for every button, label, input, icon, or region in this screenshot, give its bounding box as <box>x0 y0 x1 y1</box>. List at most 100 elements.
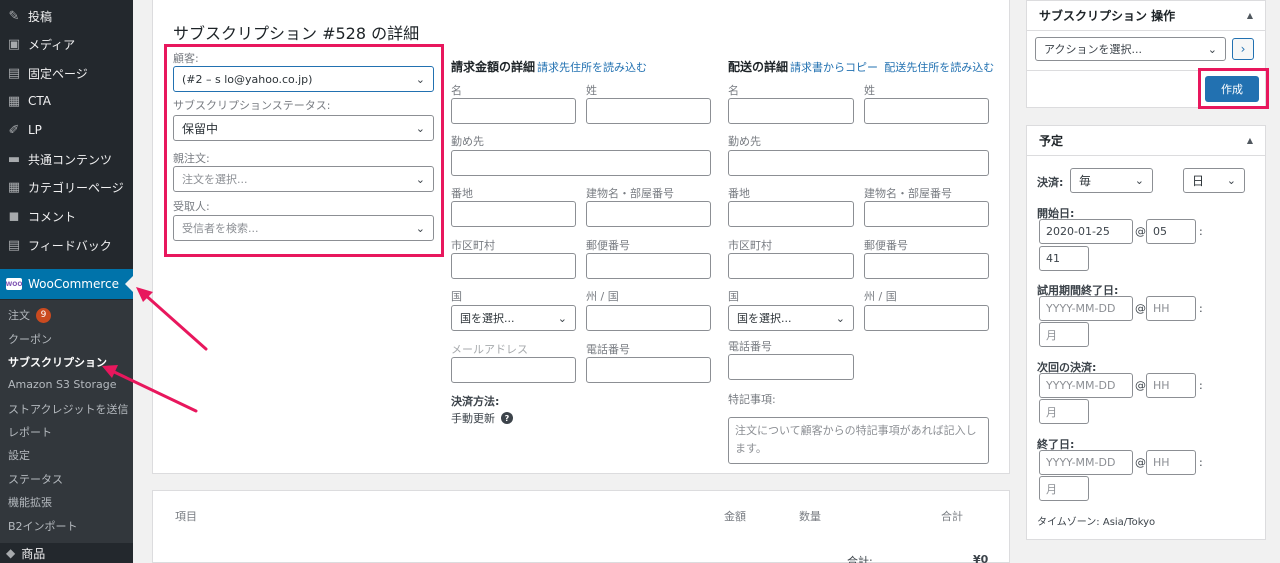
current-menu-arrow <box>125 276 133 292</box>
billing-state-input[interactable] <box>586 305 711 331</box>
next-payment-date-input[interactable]: YYYY-MM-DD <box>1039 373 1133 398</box>
submenu-label: 注文 <box>8 309 30 322</box>
colon: : <box>1199 225 1203 238</box>
billing-phone-input[interactable] <box>586 357 711 383</box>
menu-item-comments[interactable]: ◼ コメント <box>0 202 133 230</box>
col-item-header: 項目 <box>175 510 197 523</box>
billing-company-label: 勤め先 <box>451 135 484 148</box>
menu-item-woocommerce[interactable]: WOO WooCommerce <box>0 269 133 299</box>
shipping-first-name-input[interactable] <box>728 98 854 124</box>
shipping-city-input[interactable] <box>728 253 854 279</box>
menu-label: フィードバック <box>28 238 112 253</box>
trial-end-hour-input[interactable]: HH <box>1146 296 1196 321</box>
subtotal-value: ¥0 <box>973 553 989 563</box>
billing-interval-select[interactable]: 毎 ⌄ <box>1070 168 1153 193</box>
next-payment-minute-input[interactable]: 月 <box>1039 399 1089 424</box>
shipping-address2-label: 建物名・部屋番号 <box>864 187 952 200</box>
end-hour-input[interactable]: HH <box>1146 450 1196 475</box>
menu-item-cta[interactable]: ▦ CTA <box>0 87 133 115</box>
menu-item-common-content[interactable]: ▬ 共通コンテンツ <box>0 145 133 173</box>
shipping-company-input[interactable] <box>728 150 989 176</box>
submenu-item-subscriptions[interactable]: サブスクリプション <box>8 354 107 370</box>
shipping-last-name-input[interactable] <box>864 98 989 124</box>
submenu-item-status[interactable]: ステータス <box>8 471 63 487</box>
billing-city-input[interactable] <box>451 253 576 279</box>
chevron-down-icon: ⌄ <box>1226 174 1236 187</box>
billing-postcode-label: 郵便番号 <box>586 239 630 252</box>
submenu-item-extensions[interactable]: 機能拡張 <box>8 494 52 510</box>
shipping-company-label: 勤め先 <box>728 135 761 148</box>
end-date-input[interactable]: YYYY-MM-DD <box>1039 450 1133 475</box>
menu-label: カテゴリーページ <box>28 180 124 195</box>
menu-item-pages[interactable]: ▤ 固定ページ <box>0 59 133 87</box>
help-icon[interactable]: ? <box>501 412 513 424</box>
shipping-state-input[interactable] <box>864 305 989 331</box>
start-date-input[interactable]: 2020-01-25 <box>1039 219 1133 244</box>
cta-icon: ▦ <box>7 93 21 109</box>
submenu-item-store-credit[interactable]: ストアクレジットを送信 <box>8 401 128 417</box>
submenu-item-b2-import[interactable]: B2インポート <box>8 518 78 534</box>
menu-item-products[interactable]: ◆ 商品 <box>0 543 133 563</box>
menu-label: LP <box>28 123 42 137</box>
menu-item-lp[interactable]: ✐ LP <box>0 116 133 144</box>
billing-city-label: 市区町村 <box>451 239 495 252</box>
shipping-phone-input[interactable] <box>728 354 854 380</box>
billing-title-text: 請求金額の詳細 <box>451 60 536 74</box>
shipping-address2-input[interactable] <box>864 201 989 227</box>
menu-item-media[interactable]: ▣ メディア <box>0 30 133 58</box>
billing-address1-input[interactable] <box>451 201 576 227</box>
pin-icon: ✎ <box>8 8 20 24</box>
shipping-postcode-input[interactable] <box>864 253 989 279</box>
shipping-title-text: 配送の詳細 <box>728 60 789 74</box>
schedule-box: 予定 ▲ 決済: 毎 ⌄ 日 ⌄ 開始日: 2020-01-25 @ 05 : 41 … <box>1026 125 1266 540</box>
col-total-header: 合計 <box>941 510 963 523</box>
trial-end-minute-input[interactable]: 月 <box>1039 322 1089 347</box>
collapse-icon[interactable]: ▲ <box>1247 11 1253 20</box>
load-shipping-address-link[interactable]: 配送先住所を読み込む <box>884 61 994 74</box>
billing-period-select[interactable]: 日 ⌄ <box>1183 168 1245 193</box>
copy-billing-link[interactable]: 請求書からコピー <box>790 61 878 74</box>
menu-label: 商品 <box>21 546 46 561</box>
menu-label: WooCommerce <box>28 277 119 291</box>
billing-last-name-input[interactable] <box>586 98 711 124</box>
at-sign: @ <box>1135 379 1146 392</box>
shipping-country-select[interactable]: 国を選択... ⌄ <box>728 305 854 331</box>
billing-company-input[interactable] <box>451 150 711 176</box>
menu-label: 投稿 <box>28 9 53 24</box>
end-minute-input[interactable]: 月 <box>1039 476 1089 501</box>
customer-note-textarea[interactable]: 注文について顧客からの特記事項があれば記入します。 <box>728 417 989 464</box>
menu-item-category-page[interactable]: ▦ カテゴリーページ <box>0 173 133 201</box>
shipping-address1-input[interactable] <box>728 201 854 227</box>
media-icon: ▣ <box>7 36 21 52</box>
submenu-item-orders[interactable]: 注文 9 <box>8 307 51 323</box>
start-hour-input[interactable]: 05 <box>1146 219 1196 244</box>
submenu-item-reports[interactable]: レポート <box>8 424 52 440</box>
menu-item-posts[interactable]: ✎ 投稿 <box>0 2 133 30</box>
action-select[interactable]: アクションを選択... ⌄ <box>1035 37 1226 61</box>
load-billing-address-link[interactable]: 請求先住所を読み込む <box>537 61 647 74</box>
billing-first-name-input[interactable] <box>451 98 576 124</box>
billing-phone-label: 電話番号 <box>586 343 630 356</box>
chevron-down-icon: ⌄ <box>1207 42 1217 56</box>
menu-item-feedback[interactable]: ▤ フィードバック <box>0 231 133 259</box>
collapse-icon[interactable]: ▲ <box>1247 136 1253 145</box>
submenu-item-coupons[interactable]: クーポン <box>8 331 52 347</box>
highlight-create-button <box>1198 68 1269 109</box>
colon: : <box>1199 456 1203 469</box>
actions-box-header[interactable]: サブスクリプション 操作 ▲ <box>1027 1 1265 31</box>
actions-box-title: サブスクリプション 操作 <box>1039 9 1176 23</box>
billing-email-input[interactable] <box>451 357 576 383</box>
apply-action-button[interactable]: › <box>1232 38 1254 60</box>
next-payment-hour-input[interactable]: HH <box>1146 373 1196 398</box>
page-icon: ▤ <box>7 65 21 81</box>
billing-postcode-input[interactable] <box>586 253 711 279</box>
schedule-box-header[interactable]: 予定 ▲ <box>1027 126 1265 156</box>
start-minute-input[interactable]: 41 <box>1039 246 1089 271</box>
submenu-item-amazon-s3[interactable]: Amazon S3 Storage <box>8 378 116 391</box>
trial-end-date-input[interactable]: YYYY-MM-DD <box>1039 296 1133 321</box>
billing-country-select[interactable]: 国を選択... ⌄ <box>451 305 576 331</box>
submenu-label: レポート <box>8 426 52 439</box>
submenu-item-settings[interactable]: 設定 <box>8 447 30 463</box>
woocommerce-submenu: 注文 9 クーポン サブスクリプション Amazon S3 Storage ストア… <box>0 300 133 543</box>
billing-address2-input[interactable] <box>586 201 711 227</box>
